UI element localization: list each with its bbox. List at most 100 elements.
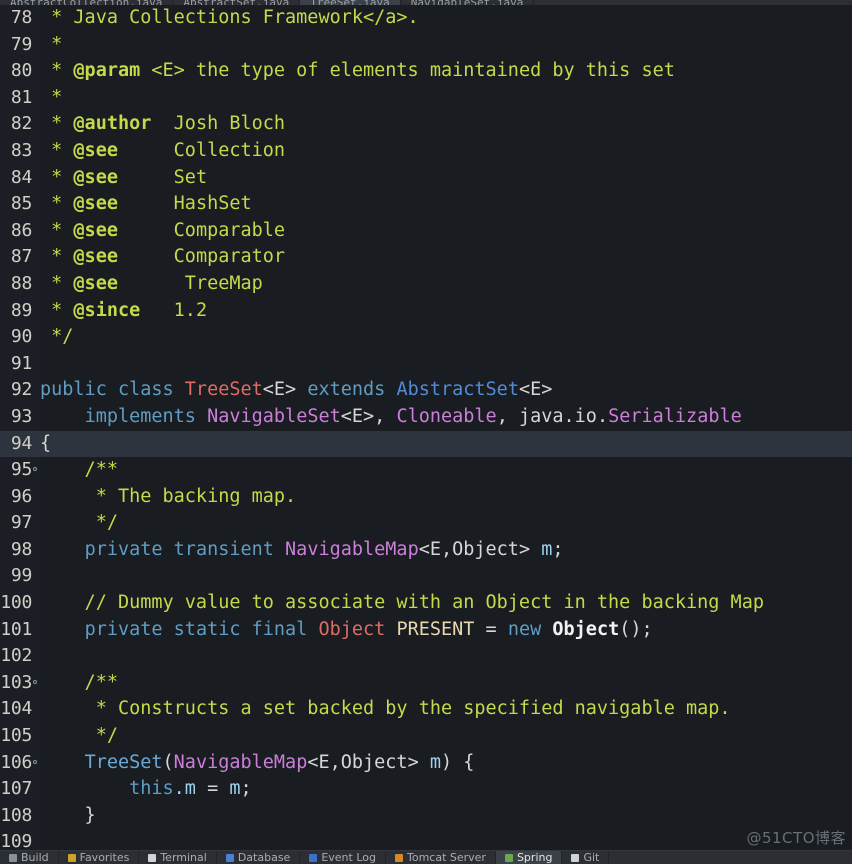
code-text: {: [40, 431, 51, 458]
code-token: <E> the type of elements maintained by t…: [140, 60, 675, 82]
code-token: /**: [40, 459, 118, 481]
code-line[interactable]: 95 /**: [0, 457, 852, 484]
code-token: NavigableMap: [285, 538, 419, 560]
code-line[interactable]: 104 * Constructs a set backed by the spe…: [0, 696, 852, 723]
line-number: 104: [0, 698, 32, 720]
code-lines: 78 * Java Collections Framework</a>. 79 *…: [0, 5, 852, 851]
code-text: implements NavigableSet<E>, Cloneable, j…: [40, 404, 742, 431]
tool-window-button[interactable]: Terminal: [139, 851, 217, 864]
code-token: *: [40, 299, 74, 321]
code-token: @see: [73, 246, 118, 268]
code-line[interactable]: 84 * @see Set: [0, 165, 852, 192]
tool-window-button[interactable]: Spring: [495, 851, 563, 864]
code-line[interactable]: 99: [0, 563, 852, 590]
code-text: * @see Set: [40, 165, 207, 192]
code-line[interactable]: 100 // Dummy value to associate with an …: [0, 590, 852, 617]
code-token: <E,Object>: [307, 751, 430, 773]
code-token: *: [40, 193, 74, 215]
code-line[interactable]: 87 * @see Comparator: [0, 244, 852, 271]
code-line[interactable]: 83 * @see Collection: [0, 138, 852, 165]
code-token: m: [541, 538, 553, 560]
code-text: * @param <E> the type of elements mainta…: [40, 58, 675, 85]
code-line[interactable]: 105 */: [0, 723, 852, 750]
code-token: <E>: [262, 379, 308, 401]
code-token: NavigableSet: [207, 405, 341, 427]
code-token: *: [40, 86, 63, 108]
code-line[interactable]: 108 }: [0, 803, 852, 830]
code-fold-marker-icon[interactable]: [33, 467, 37, 472]
line-number: 96: [10, 485, 32, 507]
code-line[interactable]: 96 * The backing map.: [0, 484, 852, 511]
tool-window-button[interactable]: Database: [217, 851, 301, 864]
code-text: public class TreeSet<E> extends Abstract…: [40, 377, 552, 404]
tool-window-bar[interactable]: Build Favorites Terminal Database Event Log T…: [0, 850, 852, 864]
code-token: *: [40, 219, 74, 241]
code-line[interactable]: 81 *: [0, 85, 852, 112]
code-line[interactable]: 85 * @see HashSet: [0, 191, 852, 218]
code-token: private static final: [84, 618, 319, 640]
code-editor[interactable]: 78 * Java Collections Framework</a>. 79 *…: [0, 5, 852, 851]
tool-window-label: Tomcat Server: [406, 851, 486, 864]
code-line[interactable]: 90 */: [0, 324, 852, 351]
tool-window-button[interactable]: Event Log: [300, 851, 386, 864]
code-line[interactable]: 103 /**: [0, 670, 852, 697]
code-token: m: [229, 778, 241, 800]
code-line[interactable]: 109: [0, 829, 852, 851]
code-line[interactable]: 86 * @see Comparable: [0, 218, 852, 245]
code-line[interactable]: 97 */: [0, 510, 852, 537]
code-fold-marker-icon[interactable]: [33, 759, 37, 764]
line-number: 93: [10, 405, 32, 427]
code-line[interactable]: 98 private transient NavigableMap<E,Obje…: [0, 537, 852, 564]
code-token: =: [195, 778, 230, 800]
code-line[interactable]: 79 *: [0, 32, 852, 59]
code-token: AbstractSet: [396, 379, 519, 401]
tool-window-button[interactable]: Build: [0, 851, 59, 864]
code-line[interactable]: 102: [0, 643, 852, 670]
code-line[interactable]: 91: [0, 351, 852, 378]
line-number: 87: [10, 246, 32, 268]
code-line[interactable]: 92 public class TreeSet<E> extends Abstra…: [0, 377, 852, 404]
code-text: *: [40, 32, 62, 59]
code-token: private transient: [84, 538, 286, 560]
code-token: @author: [73, 113, 152, 135]
code-text: *: [40, 85, 62, 112]
tomcat-icon: [394, 853, 403, 862]
line-number: 98: [10, 538, 32, 560]
code-line[interactable]: 89 * @since 1.2: [0, 298, 852, 325]
code-text: /**: [40, 457, 118, 484]
code-line[interactable]: 78 * Java Collections Framework</a>.: [0, 5, 852, 32]
code-token: m: [429, 751, 441, 773]
code-line[interactable]: 80 * @param <E> the type of elements mai…: [0, 58, 852, 85]
code-line[interactable]: 88 * @see TreeMap: [0, 271, 852, 298]
code-token: *: [40, 139, 74, 161]
tool-window-button[interactable]: Tomcat Server: [386, 851, 496, 864]
code-token: */: [40, 326, 74, 348]
tool-window-button[interactable]: Favorites: [59, 851, 140, 864]
code-fold-marker-icon[interactable]: [33, 679, 37, 684]
code-token: (: [162, 751, 174, 773]
code-line[interactable]: 93 implements NavigableSet<E>, Cloneable…: [0, 404, 852, 431]
code-text: * @see TreeMap: [40, 271, 263, 298]
code-token: 1.2: [140, 299, 208, 321]
code-token: // Dummy value to associate with an Obje…: [40, 592, 764, 614]
code-token: @see: [73, 272, 118, 294]
code-line[interactable]: 106 TreeSet(NavigableMap<E,Object> m) {: [0, 750, 852, 777]
code-token: NavigableMap: [173, 751, 308, 773]
tool-window-button[interactable]: Git: [562, 851, 610, 864]
line-number: 97: [10, 512, 32, 534]
code-text: /**: [40, 670, 118, 697]
code-line[interactable]: 82 * @author Josh Bloch: [0, 111, 852, 138]
code-token: */: [40, 725, 118, 747]
code-token: *: [40, 113, 74, 135]
code-text: }: [40, 803, 96, 830]
line-number: 100: [0, 592, 32, 614]
code-text: private transient NavigableMap<E,Object>…: [40, 537, 564, 564]
line-number: 106: [0, 751, 32, 773]
code-line[interactable]: 107 this.m = m;: [0, 776, 852, 803]
code-line-current[interactable]: 94 {: [0, 430, 852, 458]
code-line[interactable]: 101 private static final Object PRESENT …: [0, 617, 852, 644]
code-token: *: [40, 33, 63, 55]
code-token: {: [40, 432, 52, 454]
line-number: 82: [10, 113, 32, 135]
